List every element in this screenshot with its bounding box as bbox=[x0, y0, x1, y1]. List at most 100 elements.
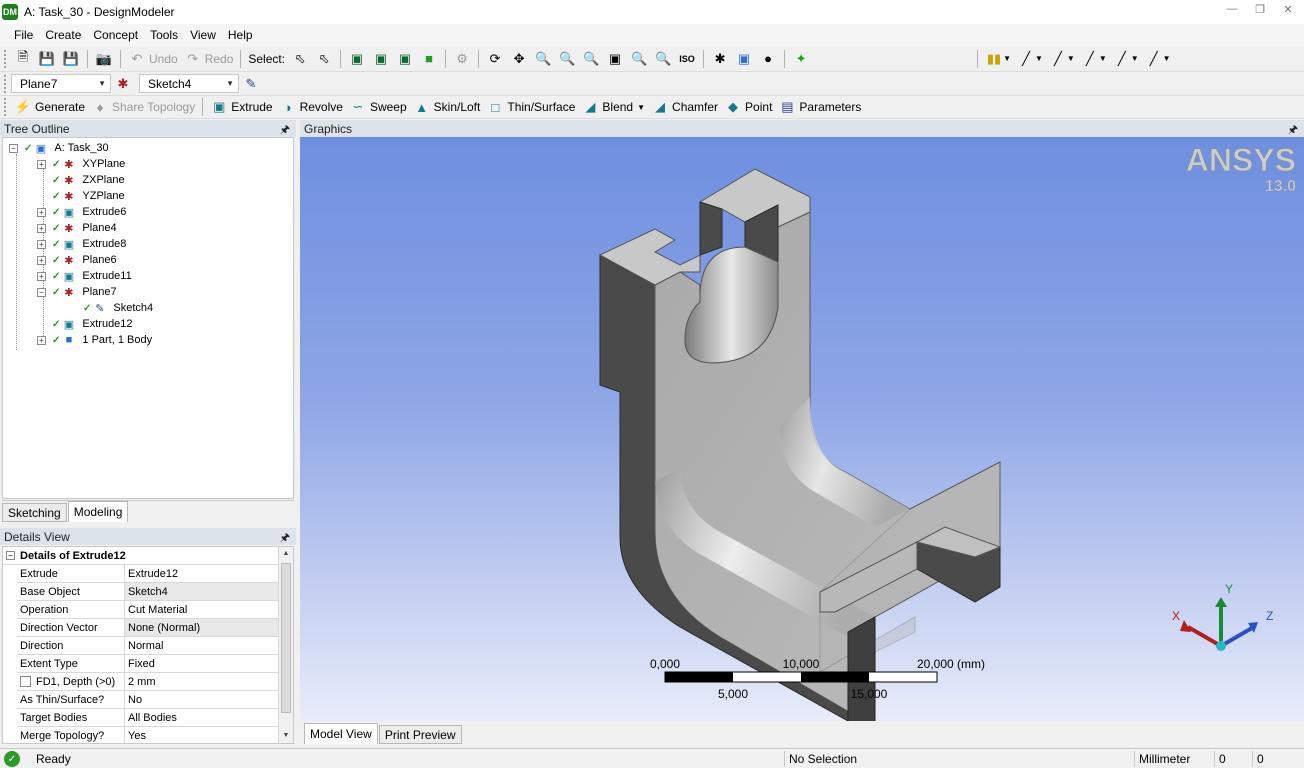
minimize-icon[interactable]: — bbox=[1218, 0, 1246, 18]
close-icon[interactable]: ✕ bbox=[1274, 0, 1302, 18]
tree-item-zxplane[interactable]: ✓ ✱ ZXPlane bbox=[52, 172, 125, 188]
zoom-box-button[interactable]: 🔍 bbox=[579, 49, 603, 69]
blend-button[interactable]: ◢ Blend ▼ bbox=[578, 97, 648, 117]
edge-display-button-5[interactable]: ╱ ▼ bbox=[1142, 49, 1174, 69]
revolve-button[interactable]: ◑ Revolve bbox=[276, 97, 346, 117]
collapse-icon[interactable]: − bbox=[6, 551, 15, 560]
details-value[interactable]: Cut Material bbox=[125, 601, 279, 618]
undo-button[interactable]: ↶ Undo bbox=[125, 49, 181, 69]
edge-display-button-2[interactable]: ╱ ▼ bbox=[1046, 49, 1078, 69]
tab-modeling[interactable]: Modeling bbox=[67, 501, 129, 522]
depth-input[interactable]: 2 mm bbox=[125, 673, 279, 690]
toolbar-grip[interactable] bbox=[4, 49, 8, 68]
edge-display-button-1[interactable]: ╱ ▼ bbox=[1014, 49, 1046, 69]
tree-item-xyplane[interactable]: + ✓ ✱ XYPlane bbox=[37, 156, 125, 172]
tree-item-plane6[interactable]: + ✓ ✱ Plane6 bbox=[37, 252, 117, 268]
graphics-viewport[interactable]: ANSYS 13.0 0,000 10,000 20,000 (mm) 5,00… bbox=[300, 137, 1304, 721]
tree-item-extrude12[interactable]: ✓ ▣ Extrude12 bbox=[52, 316, 133, 332]
point-button[interactable]: ◆ Point bbox=[721, 97, 775, 117]
new-button[interactable]: 🗎 bbox=[11, 49, 35, 69]
tree-item-extrude11[interactable]: + ✓ ▣ Extrude11 bbox=[37, 268, 132, 284]
edge-display-button-4[interactable]: ╱ ▼ bbox=[1110, 49, 1142, 69]
look-at-button[interactable]: ✦ bbox=[789, 49, 813, 69]
color-mode-button[interactable]: ▮▮ ▼ bbox=[982, 49, 1014, 69]
select-edges-button[interactable]: ▣ bbox=[369, 49, 393, 69]
scroll-down-icon[interactable]: ▼ bbox=[279, 729, 293, 743]
tree-item-extrude8[interactable]: + ✓ ▣ Extrude8 bbox=[37, 236, 126, 252]
pan-button[interactable]: ✥ bbox=[507, 49, 531, 69]
parameter-checkbox[interactable] bbox=[20, 676, 31, 687]
select-mode-button[interactable]: ⬁ bbox=[288, 49, 312, 69]
model-canvas[interactable]: ANSYS 13.0 0,000 10,000 20,000 (mm) 5,00… bbox=[300, 137, 1304, 721]
sketch-select[interactable]: Sketch4 ▼ bbox=[139, 74, 239, 93]
menu-tools[interactable]: Tools bbox=[144, 25, 184, 45]
generate-button[interactable]: ⚡ Generate bbox=[11, 97, 88, 117]
zoom-in-button[interactable]: 🔍 bbox=[555, 49, 579, 69]
skin-loft-button[interactable]: ▲ Skin/Loft bbox=[410, 97, 484, 117]
tree-root[interactable]: − ✓ ▣ A: Task_30 bbox=[9, 140, 109, 156]
triad-button[interactable]: ✱ bbox=[708, 49, 732, 69]
tab-model-view[interactable]: Model View bbox=[304, 723, 378, 744]
details-value[interactable]: Sketch4 bbox=[125, 583, 279, 600]
maximize-icon[interactable]: ❐ bbox=[1246, 0, 1274, 18]
expand-icon[interactable]: + bbox=[37, 255, 46, 265]
details-row-extent-type[interactable]: Extent Type Fixed bbox=[17, 655, 279, 673]
zoom-button[interactable]: 🔍 bbox=[531, 49, 555, 69]
redo-button[interactable]: ↷ Redo bbox=[181, 49, 237, 69]
details-value[interactable]: None (Normal) bbox=[125, 619, 279, 636]
details-value[interactable]: All Bodies bbox=[125, 709, 279, 726]
toolbar-grip[interactable] bbox=[4, 98, 8, 116]
zoom-fit-button[interactable]: ▣ bbox=[603, 49, 627, 69]
new-sketch-button[interactable]: ✎ bbox=[239, 74, 263, 94]
details-scrollbar[interactable]: ▲ ▼ bbox=[278, 547, 293, 743]
details-row-operation[interactable]: Operation Cut Material bbox=[17, 601, 279, 619]
expand-icon[interactable]: + bbox=[37, 159, 46, 169]
tree-item-parts[interactable]: + ✓ ■ 1 Part, 1 Body bbox=[37, 332, 152, 348]
parameters-button[interactable]: ▤ Parameters bbox=[775, 97, 864, 117]
tab-sketching[interactable]: Sketching bbox=[2, 503, 67, 522]
details-value[interactable]: Yes bbox=[125, 727, 279, 743]
menu-help[interactable]: Help bbox=[222, 25, 259, 45]
collapse-icon[interactable]: − bbox=[9, 143, 18, 153]
display-model-button[interactable]: ▣ bbox=[732, 49, 756, 69]
expand-icon[interactable]: + bbox=[37, 207, 46, 217]
details-row-target-bodies[interactable]: Target Bodies All Bodies bbox=[17, 709, 279, 727]
tree-item-plane4[interactable]: + ✓ ✱ Plane4 bbox=[37, 220, 117, 236]
scroll-thumb[interactable] bbox=[281, 563, 291, 713]
extrude-button[interactable]: ▣ Extrude bbox=[207, 97, 275, 117]
sweep-button[interactable]: ∽ Sweep bbox=[346, 97, 410, 117]
tree-item-extrude6[interactable]: + ✓ ▣ Extrude6 bbox=[37, 204, 126, 220]
status-units[interactable]: Millimeter bbox=[1134, 751, 1214, 767]
menu-view[interactable]: View bbox=[184, 25, 222, 45]
tree-item-sketch4[interactable]: ✓ ✎ Sketch4 bbox=[83, 300, 153, 316]
expand-icon[interactable]: + bbox=[37, 271, 46, 281]
new-plane-button[interactable]: ✱ bbox=[111, 74, 135, 94]
details-row-direction-vector[interactable]: Direction Vector None (Normal) bbox=[17, 619, 279, 637]
save-as-button[interactable]: 💾 bbox=[59, 49, 83, 69]
details-row-depth[interactable]: FD1, Depth (>0) 2 mm bbox=[17, 673, 279, 691]
chamfer-button[interactable]: ◢ Chamfer bbox=[648, 97, 721, 117]
thin-surface-button[interactable]: □ Thin/Surface bbox=[483, 97, 578, 117]
details-value[interactable]: No bbox=[125, 691, 279, 708]
expand-icon[interactable]: + bbox=[37, 335, 46, 345]
edge-display-button-3[interactable]: ╱ ▼ bbox=[1078, 49, 1110, 69]
tab-print-preview[interactable]: Print Preview bbox=[378, 725, 462, 744]
zoom-prev-button[interactable]: 🔍 bbox=[651, 49, 675, 69]
details-section-header[interactable]: − Details of Extrude12 bbox=[3, 547, 279, 565]
details-row-thin-surface[interactable]: As Thin/Surface? No bbox=[17, 691, 279, 709]
screenshot-button[interactable]: 📷 bbox=[92, 49, 116, 69]
menu-file[interactable]: File bbox=[8, 25, 39, 45]
menu-create[interactable]: Create bbox=[39, 25, 87, 45]
toolbar-grip[interactable] bbox=[4, 74, 8, 93]
details-row-extrude[interactable]: Extrude Extrude12 bbox=[17, 565, 279, 583]
iso-view-button[interactable]: ISO bbox=[675, 49, 699, 69]
plane-select[interactable]: Plane7 ▼ bbox=[11, 74, 111, 93]
tree-item-yzplane[interactable]: ✓ ✱ YZPlane bbox=[52, 188, 125, 204]
axis-triad[interactable]: Y X Z bbox=[1172, 582, 1273, 651]
details-row-base-object[interactable]: Base Object Sketch4 bbox=[17, 583, 279, 601]
zoom-all-button[interactable]: 🔍 bbox=[627, 49, 651, 69]
details-value[interactable]: Extrude12 bbox=[125, 565, 279, 582]
select-type-button[interactable]: ⬁ bbox=[312, 49, 336, 69]
select-bodies-button[interactable]: ■ bbox=[417, 49, 441, 69]
expand-icon[interactable]: + bbox=[37, 239, 46, 249]
